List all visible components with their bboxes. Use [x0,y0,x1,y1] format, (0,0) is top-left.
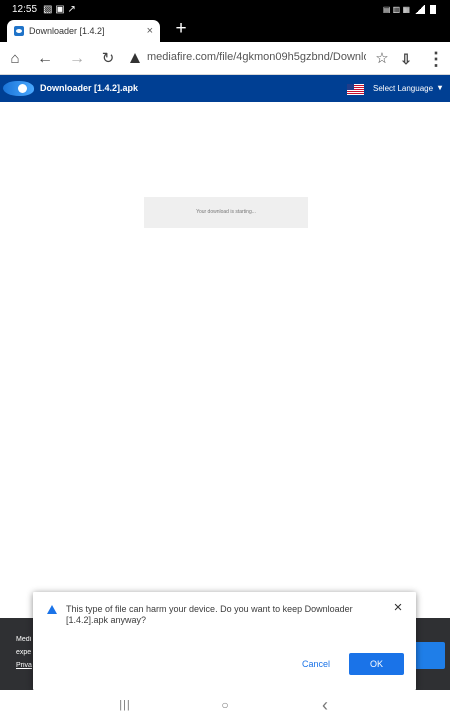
tab-title: Downloader [1.4.2] [29,26,105,36]
cookie-text-line-1: Medi [16,636,32,643]
status-right-group: ▤ ▥ ▦ [382,4,436,14]
us-flag-icon[interactable] [347,84,364,95]
back-nav-button[interactable]: ‹ [313,695,337,715]
more-vert-icon[interactable]: ⋮ [426,49,446,69]
warning-icon [47,605,57,614]
reload-icon[interactable]: ↻ [98,49,118,69]
mediafire-favicon-icon [14,26,24,36]
mediafire-header: Downloader [1.4.2].apk Select Language ▾ [0,75,450,102]
signal-icon [415,4,425,14]
download-status-box: Your download is starting... [144,197,308,228]
home-icon[interactable]: ⌂ [5,49,25,69]
active-browser-tab[interactable]: Downloader [1.4.2] × [7,20,160,42]
browser-tab-strip: Downloader [1.4.2] × + [0,18,450,42]
status-time: 12:55 [12,3,38,15]
mediafire-logo-icon[interactable] [3,81,34,96]
status-left-group: 12:55 ▧ ▣ ↗ [12,4,76,15]
download-warning-dialog: This type of file can harm your device. … [33,592,416,690]
browser-screen: 12:55 ▧ ▣ ↗ ▤ ▥ ▦ Downloader [1.4.2] × +… [0,0,450,720]
browser-toolbar: ⌂ ← → ↻ mediafire.com/file/4gkmon09h5gzb… [0,42,450,75]
cancel-button[interactable]: Cancel [289,653,343,675]
dialog-close-icon[interactable]: × [391,600,405,615]
forward-arrow-icon[interactable]: → [67,49,87,69]
recent-apps-button[interactable]: ||| [113,695,137,715]
status-left-indicators: ▧ ▣ ↗ [43,3,76,15]
home-nav-button[interactable]: ○ [213,695,237,715]
cookie-accept-button[interactable] [413,642,445,669]
status-right-indicators: ▤ ▥ ▦ [382,4,410,14]
ok-button[interactable]: OK [349,653,404,675]
site-warning-icon[interactable] [130,53,140,63]
file-title: Downloader [1.4.2].apk [40,83,139,93]
back-arrow-icon[interactable]: ← [35,49,55,69]
star-icon[interactable]: ☆ [372,49,392,69]
chevron-down-icon[interactable]: ▾ [438,83,442,92]
tab-close-icon[interactable]: × [147,25,153,37]
select-language-button[interactable]: Select Language [373,84,433,93]
battery-icon [430,4,436,14]
android-navigation-bar: ||| ○ ‹ [0,690,450,720]
address-bar-url[interactable]: mediafire.com/file/4gkmon09h5gzbnd/Downl… [147,51,366,67]
download-icon[interactable]: ⇩ [396,49,416,69]
cookie-text-line-2: expe [16,649,32,656]
new-tab-button[interactable]: + [171,18,191,42]
download-warning-message: This type of file can harm your device. … [66,604,353,625]
privacy-link[interactable]: Priva [16,662,34,669]
android-status-bar: 12:55 ▧ ▣ ↗ ▤ ▥ ▦ [0,0,450,18]
